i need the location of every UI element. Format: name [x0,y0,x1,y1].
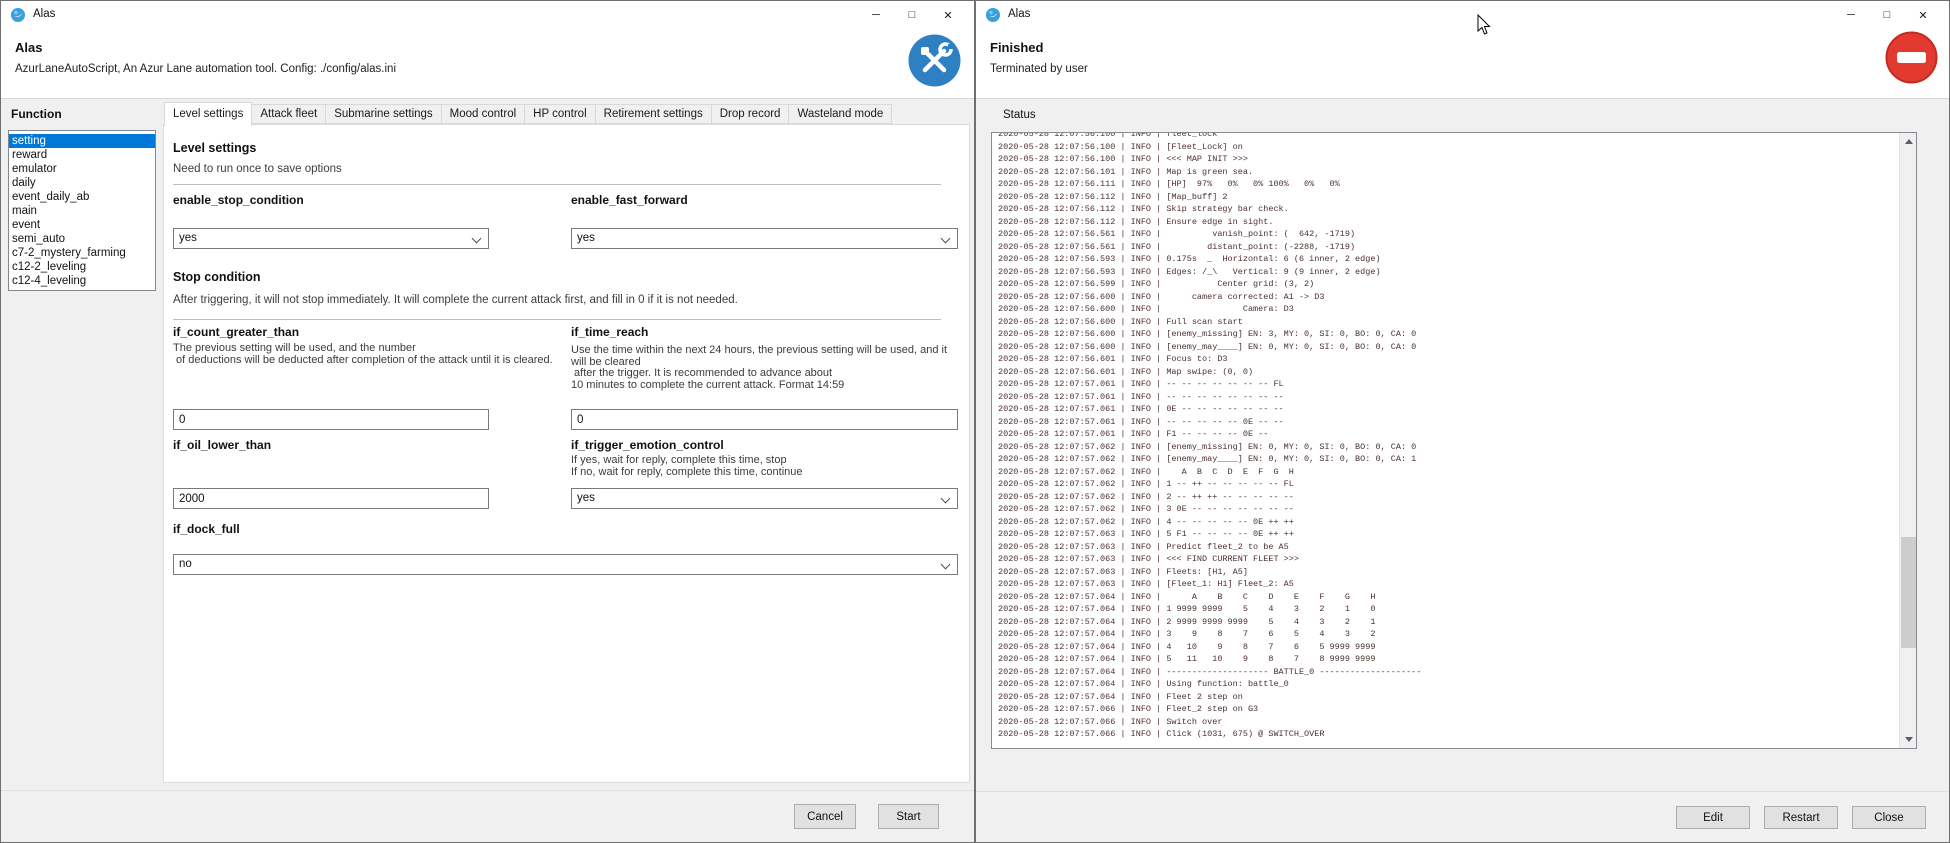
run-state-title: Finished [990,40,1043,55]
enable-stop-condition-label: enable_stop_condition [173,193,304,207]
scroll-up-icon[interactable] [1900,133,1917,150]
stop-condition-desc: After triggering, it will not stop immed… [173,294,738,306]
function-item-main[interactable]: main [9,204,155,218]
function-item-c7-2-mystery-farming[interactable]: c7-2_mystery_farming [9,246,155,260]
if-oil-lower-than-input[interactable] [173,488,489,509]
header-area [976,29,1949,98]
if-count-greater-than-label: if_count_greater_than [173,325,299,339]
tab-retirement-settings[interactable]: Retirement settings [596,104,712,124]
footer-divider [976,791,1949,792]
function-item-emulator[interactable]: emulator [9,162,155,176]
maximize-icon[interactable]: □ [1869,1,1905,29]
form-heading: Level settings [173,141,256,155]
if-trigger-emotion-control-desc: If yes, wait for reply, complete this ti… [571,455,803,478]
if-trigger-emotion-control-label: if_trigger_emotion_control [571,438,724,452]
header-divider [1,98,974,99]
titlebar[interactable]: Alas ─ □ ✕ [976,1,1949,29]
log-output: 2020-05-28 12:07:56.100 | INFO | fleet_l… [998,132,1898,741]
run-state-subtitle: Terminated by user [990,63,1088,75]
screen: Alas ─ □ ✕ Alas AzurLaneAutoScript, An A… [0,0,1950,843]
function-item-c12-4-leveling[interactable]: c12-4_leveling [9,274,155,288]
if-trigger-emotion-control-value: yes [577,492,595,504]
enable-fast-forward-select[interactable]: yes [571,228,958,249]
window-title: Alas [1008,8,1030,20]
if-time-reach-label: if_time_reach [571,325,648,339]
if-time-reach-input[interactable] [571,409,958,430]
tab-hp-control[interactable]: HP control [525,104,595,124]
if-count-greater-than-input[interactable] [173,409,489,430]
function-item-semi-auto[interactable]: semi_auto [9,232,155,246]
header-divider [976,98,1949,99]
edit-button[interactable]: Edit [1676,806,1750,829]
tab-strip: Level settings Attack fleet Submarine se… [164,102,892,126]
tab-mood-control[interactable]: Mood control [442,104,525,124]
stopped-icon [1885,31,1938,84]
function-item-reward[interactable]: reward [9,148,155,162]
function-item-event[interactable]: event [9,218,155,232]
function-list: setting reward emulator daily event_dail… [8,130,156,291]
if-count-greater-than-desc: The previous setting will be used, and t… [173,343,553,366]
scroll-down-icon[interactable] [1900,731,1917,748]
log-scrollbar[interactable] [1899,133,1916,748]
minimize-icon[interactable]: ─ [858,1,894,29]
window-title: Alas [33,8,55,20]
alas-app-icon [10,7,26,23]
restart-button[interactable]: Restart [1764,806,1838,829]
chevron-down-icon [941,494,951,504]
function-item-event-daily-ab[interactable]: event_daily_ab [9,190,155,204]
if-dock-full-value: no [179,558,192,570]
if-dock-full-select[interactable]: no [173,554,958,575]
if-time-reach-desc: Use the time within the next 24 hours, t… [571,345,947,391]
page-title: Alas [15,40,42,55]
chevron-down-icon [941,234,951,244]
minimize-icon[interactable]: ─ [1833,1,1869,29]
start-button[interactable]: Start [878,804,939,829]
function-label: Function [11,107,62,121]
status-label: Status [1003,109,1036,121]
tab-submarine-settings[interactable]: Submarine settings [326,104,441,124]
enable-fast-forward-label: enable_fast_forward [571,193,688,207]
tab-attack-fleet[interactable]: Attack fleet [252,104,326,124]
enable-stop-condition-select[interactable]: yes [173,228,489,249]
tab-wasteland-mode[interactable]: Wasteland mode [789,104,892,124]
chevron-down-icon [941,560,951,570]
divider [173,319,941,320]
function-item-daily[interactable]: daily [9,176,155,190]
enable-stop-condition-value: yes [179,232,197,244]
close-icon[interactable]: ✕ [930,1,966,29]
log-console: 2020-05-28 12:07:56.100 | INFO | fleet_l… [991,132,1917,749]
maximize-icon[interactable]: □ [894,1,930,29]
mouse-cursor [1477,14,1492,41]
close-icon[interactable]: ✕ [1905,1,1941,29]
close-button[interactable]: Close [1852,806,1926,829]
enable-fast-forward-value: yes [577,232,595,244]
if-oil-lower-than-label: if_oil_lower_than [173,438,271,452]
cancel-button[interactable]: Cancel [794,804,856,829]
level-settings-panel: Level settings Need to run once to save … [163,124,970,783]
tab-drop-record[interactable]: Drop record [712,104,790,124]
form-subheading: Need to run once to save options [173,163,342,175]
stop-condition-heading: Stop condition [173,270,260,284]
chevron-down-icon [472,234,482,244]
scrollbar-thumb[interactable] [1901,537,1916,648]
tab-level-settings[interactable]: Level settings [164,102,252,126]
function-item-setting[interactable]: setting [9,134,155,148]
alas-config-window: Alas ─ □ ✕ Alas AzurLaneAutoScript, An A… [0,0,975,843]
divider [173,184,941,185]
if-dock-full-label: if_dock_full [173,522,240,536]
footer-divider [1,790,974,791]
config-tools-icon [908,34,961,87]
titlebar[interactable]: Alas ─ □ ✕ [1,1,974,29]
function-item-c12-2-leveling[interactable]: c12-2_leveling [9,260,155,274]
page-subtitle: AzurLaneAutoScript, An Azur Lane automat… [15,63,396,75]
if-trigger-emotion-control-select[interactable]: yes [571,488,958,509]
alas-log-window: Alas ─ □ ✕ Finished Terminated by user S… [975,0,1950,843]
alas-app-icon [985,7,1001,23]
